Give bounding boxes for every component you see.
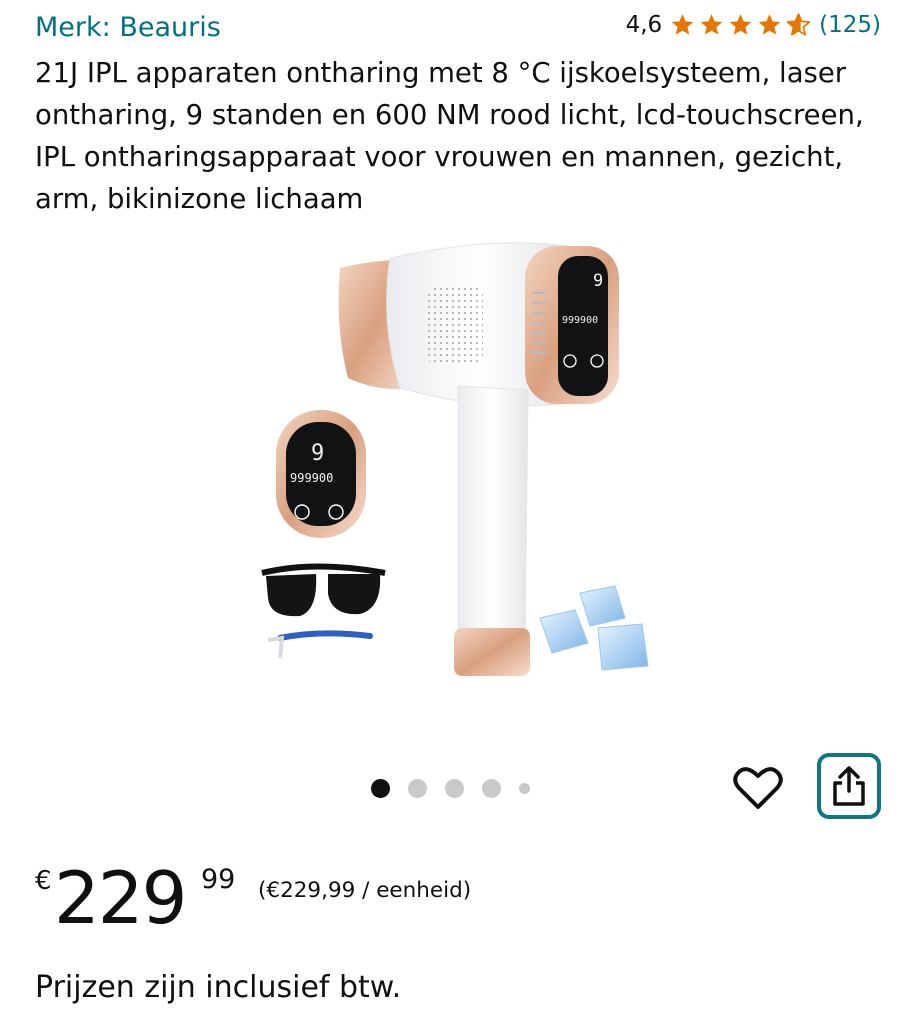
device-handle-base	[454, 628, 530, 676]
rating-value: 4,6	[625, 12, 663, 38]
unit-price: (€229,99 / eenheid)	[258, 878, 472, 903]
ice-cubes-illustration	[539, 585, 649, 671]
display-callout-level: 9	[311, 441, 324, 466]
star-icon	[671, 14, 694, 35]
gallery-dot-1[interactable]	[371, 779, 390, 798]
rating-summary[interactable]: 4,6 (125)	[626, 12, 881, 38]
price-currency-symbol: €	[35, 866, 52, 896]
ipl-device-illustration: 9 999900 9 999900	[261, 242, 649, 676]
gallery-pagination[interactable]	[371, 779, 548, 798]
rating-count-link[interactable]: (125)	[819, 12, 881, 38]
brand-rating-row: Merk: Beauris 4,6 (125)	[35, 12, 881, 46]
price-whole: 229	[54, 856, 187, 940]
brand-link[interactable]: Merk: Beauris	[35, 12, 221, 43]
razor-illustration	[267, 630, 373, 659]
device-screen-counter: 999900	[562, 315, 598, 326]
gallery-dot-3[interactable]	[445, 779, 464, 798]
price-fraction: 99	[201, 864, 236, 895]
device-handle	[457, 385, 529, 639]
gallery-dot-5[interactable]	[519, 783, 530, 794]
device-screen-level: 9	[593, 271, 603, 291]
rating-stars	[668, 12, 813, 38]
share-button[interactable]	[817, 753, 881, 819]
gallery-dot-4[interactable]	[482, 779, 501, 798]
star-half-icon	[786, 13, 811, 36]
star-icon	[729, 14, 752, 35]
vat-note: Prijzen zijn inclusief btw.	[35, 970, 402, 1005]
product-title: 21J IPL apparaten ontharing met 8 °C ijs…	[35, 57, 864, 215]
star-icon	[758, 14, 781, 35]
share-icon	[833, 766, 865, 806]
product-image[interactable]: 9 999900 9 999900	[240, 238, 680, 698]
gallery-dot-2[interactable]	[408, 779, 427, 798]
wishlist-button[interactable]	[733, 765, 783, 811]
display-callout-counter: 999900	[290, 471, 333, 485]
heart-icon	[733, 767, 783, 809]
star-icon	[700, 14, 723, 35]
device-grille	[428, 286, 483, 366]
sunglasses-illustration	[261, 563, 386, 617]
device-vents	[532, 292, 546, 354]
